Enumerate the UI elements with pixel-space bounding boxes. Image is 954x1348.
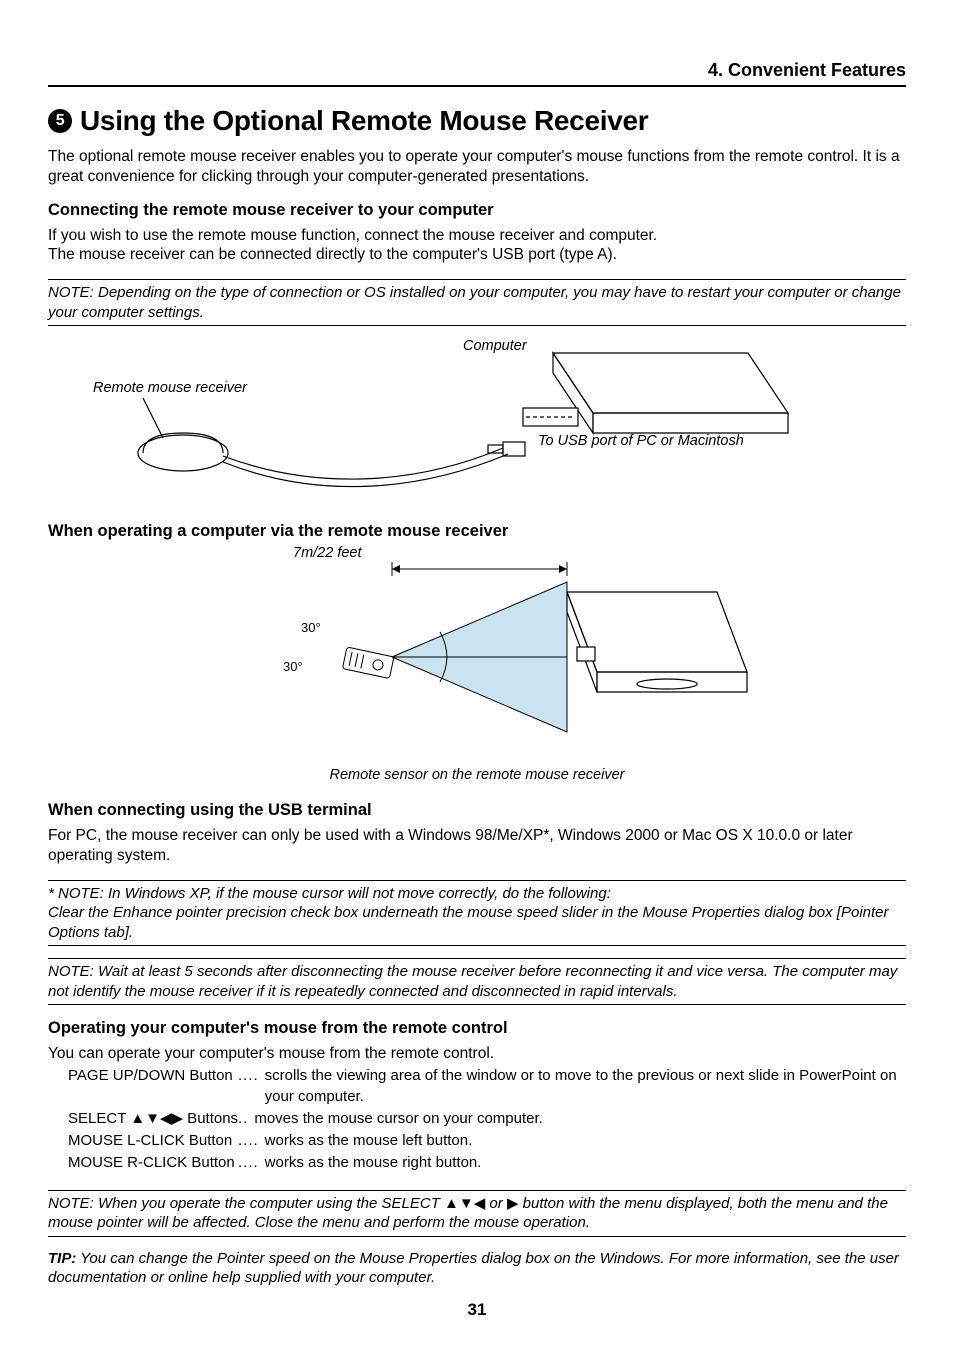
heading-operate-mouse: Operating your computer's mouse from the… — [48, 1019, 906, 1038]
note-reconnect: NOTE: Wait at least 5 seconds after disc… — [48, 958, 906, 1005]
dl-dots: .... — [238, 1066, 265, 1107]
label-range: 7m/22 feet — [293, 545, 362, 561]
label-receiver: Remote mouse receiver — [93, 380, 247, 396]
heading-operating: When operating a computer via the remote… — [48, 522, 906, 541]
dl-page-updown: PAGE UP/DOWN Button .... scrolls the vie… — [48, 1066, 906, 1107]
label-angle-top: 30° — [301, 620, 321, 635]
running-header: 4. Convenient Features — [48, 60, 906, 87]
dl-lclick: MOUSE L-CLICK Button .... works as the m… — [48, 1131, 906, 1151]
label-usb-port: To USB port of PC or Macintosh — [538, 433, 744, 449]
diagram-connection — [48, 338, 906, 508]
note4-prefix: NOTE: When you operate the computer usin… — [48, 1195, 444, 1212]
section-title: 5 Using the Optional Remote Mouse Receiv… — [48, 105, 906, 137]
arrow-icons: ▲▼◀▶ — [130, 1110, 183, 1127]
note-connection: NOTE: Depending on the type of connectio… — [48, 279, 906, 326]
section-number-icon: 5 — [48, 109, 72, 133]
tip-label: TIP: — [48, 1250, 76, 1267]
dl-dots: .... — [238, 1131, 265, 1151]
term-prefix: SELECT — [68, 1110, 130, 1127]
dl-dots: .... — [238, 1153, 265, 1173]
figure-receiver-to-computer: Remote mouse receiver Computer To USB po… — [48, 338, 906, 508]
arrow-icons: ▲▼◀ — [444, 1195, 485, 1212]
dl-term: MOUSE R-CLICK Button — [48, 1153, 238, 1173]
term-suffix: Buttons — [183, 1110, 238, 1127]
intro-paragraph: The optional remote mouse receiver enabl… — [48, 147, 906, 187]
dl-rclick: MOUSE R-CLICK Button .... works as the m… — [48, 1153, 906, 1173]
note4-mid: or — [485, 1195, 507, 1212]
section-title-text: Using the Optional Remote Mouse Receiver — [80, 105, 648, 137]
tip-pointer-speed: TIP: You can change the Pointer speed on… — [48, 1249, 906, 1288]
button-definitions: PAGE UP/DOWN Button .... scrolls the vie… — [48, 1066, 906, 1173]
arrow-right-icon: ▶ — [507, 1195, 519, 1212]
dl-def: moves the mouse cursor on your computer. — [254, 1109, 906, 1129]
figure-range-caption: Remote sensor on the remote mouse receiv… — [48, 767, 906, 783]
tip-text: You can change the Pointer speed on the … — [48, 1250, 899, 1287]
dl-dots: .. — [238, 1109, 254, 1129]
page-number: 31 — [0, 1300, 954, 1320]
note-menu-conflict: NOTE: When you operate the computer usin… — [48, 1190, 906, 1237]
figure-range: 7m/22 feet 30° 30° — [48, 547, 906, 757]
dl-select: SELECT ▲▼◀▶ Buttons .. moves the mouse c… — [48, 1109, 906, 1129]
label-computer: Computer — [463, 338, 527, 354]
dl-def: works as the mouse left button. — [265, 1131, 906, 1151]
usb-paragraph: For PC, the mouse receiver can only be u… — [48, 826, 906, 866]
dl-def: scrolls the viewing area of the window o… — [265, 1066, 906, 1107]
dl-def: works as the mouse right button. — [265, 1153, 906, 1173]
dl-term: SELECT ▲▼◀▶ Buttons — [48, 1109, 238, 1129]
connecting-paragraph: If you wish to use the remote mouse func… — [48, 226, 906, 266]
dl-term: MOUSE L-CLICK Button — [48, 1131, 238, 1151]
dl-term: PAGE UP/DOWN Button — [48, 1066, 238, 1107]
label-angle-bottom: 30° — [283, 659, 303, 674]
note-winxp: * NOTE: In Windows XP, if the mouse curs… — [48, 880, 906, 947]
diagram-range — [197, 547, 757, 737]
heading-usb: When connecting using the USB terminal — [48, 801, 906, 820]
operate-intro: You can operate your computer's mouse fr… — [48, 1044, 906, 1064]
heading-connecting: Connecting the remote mouse receiver to … — [48, 201, 906, 220]
